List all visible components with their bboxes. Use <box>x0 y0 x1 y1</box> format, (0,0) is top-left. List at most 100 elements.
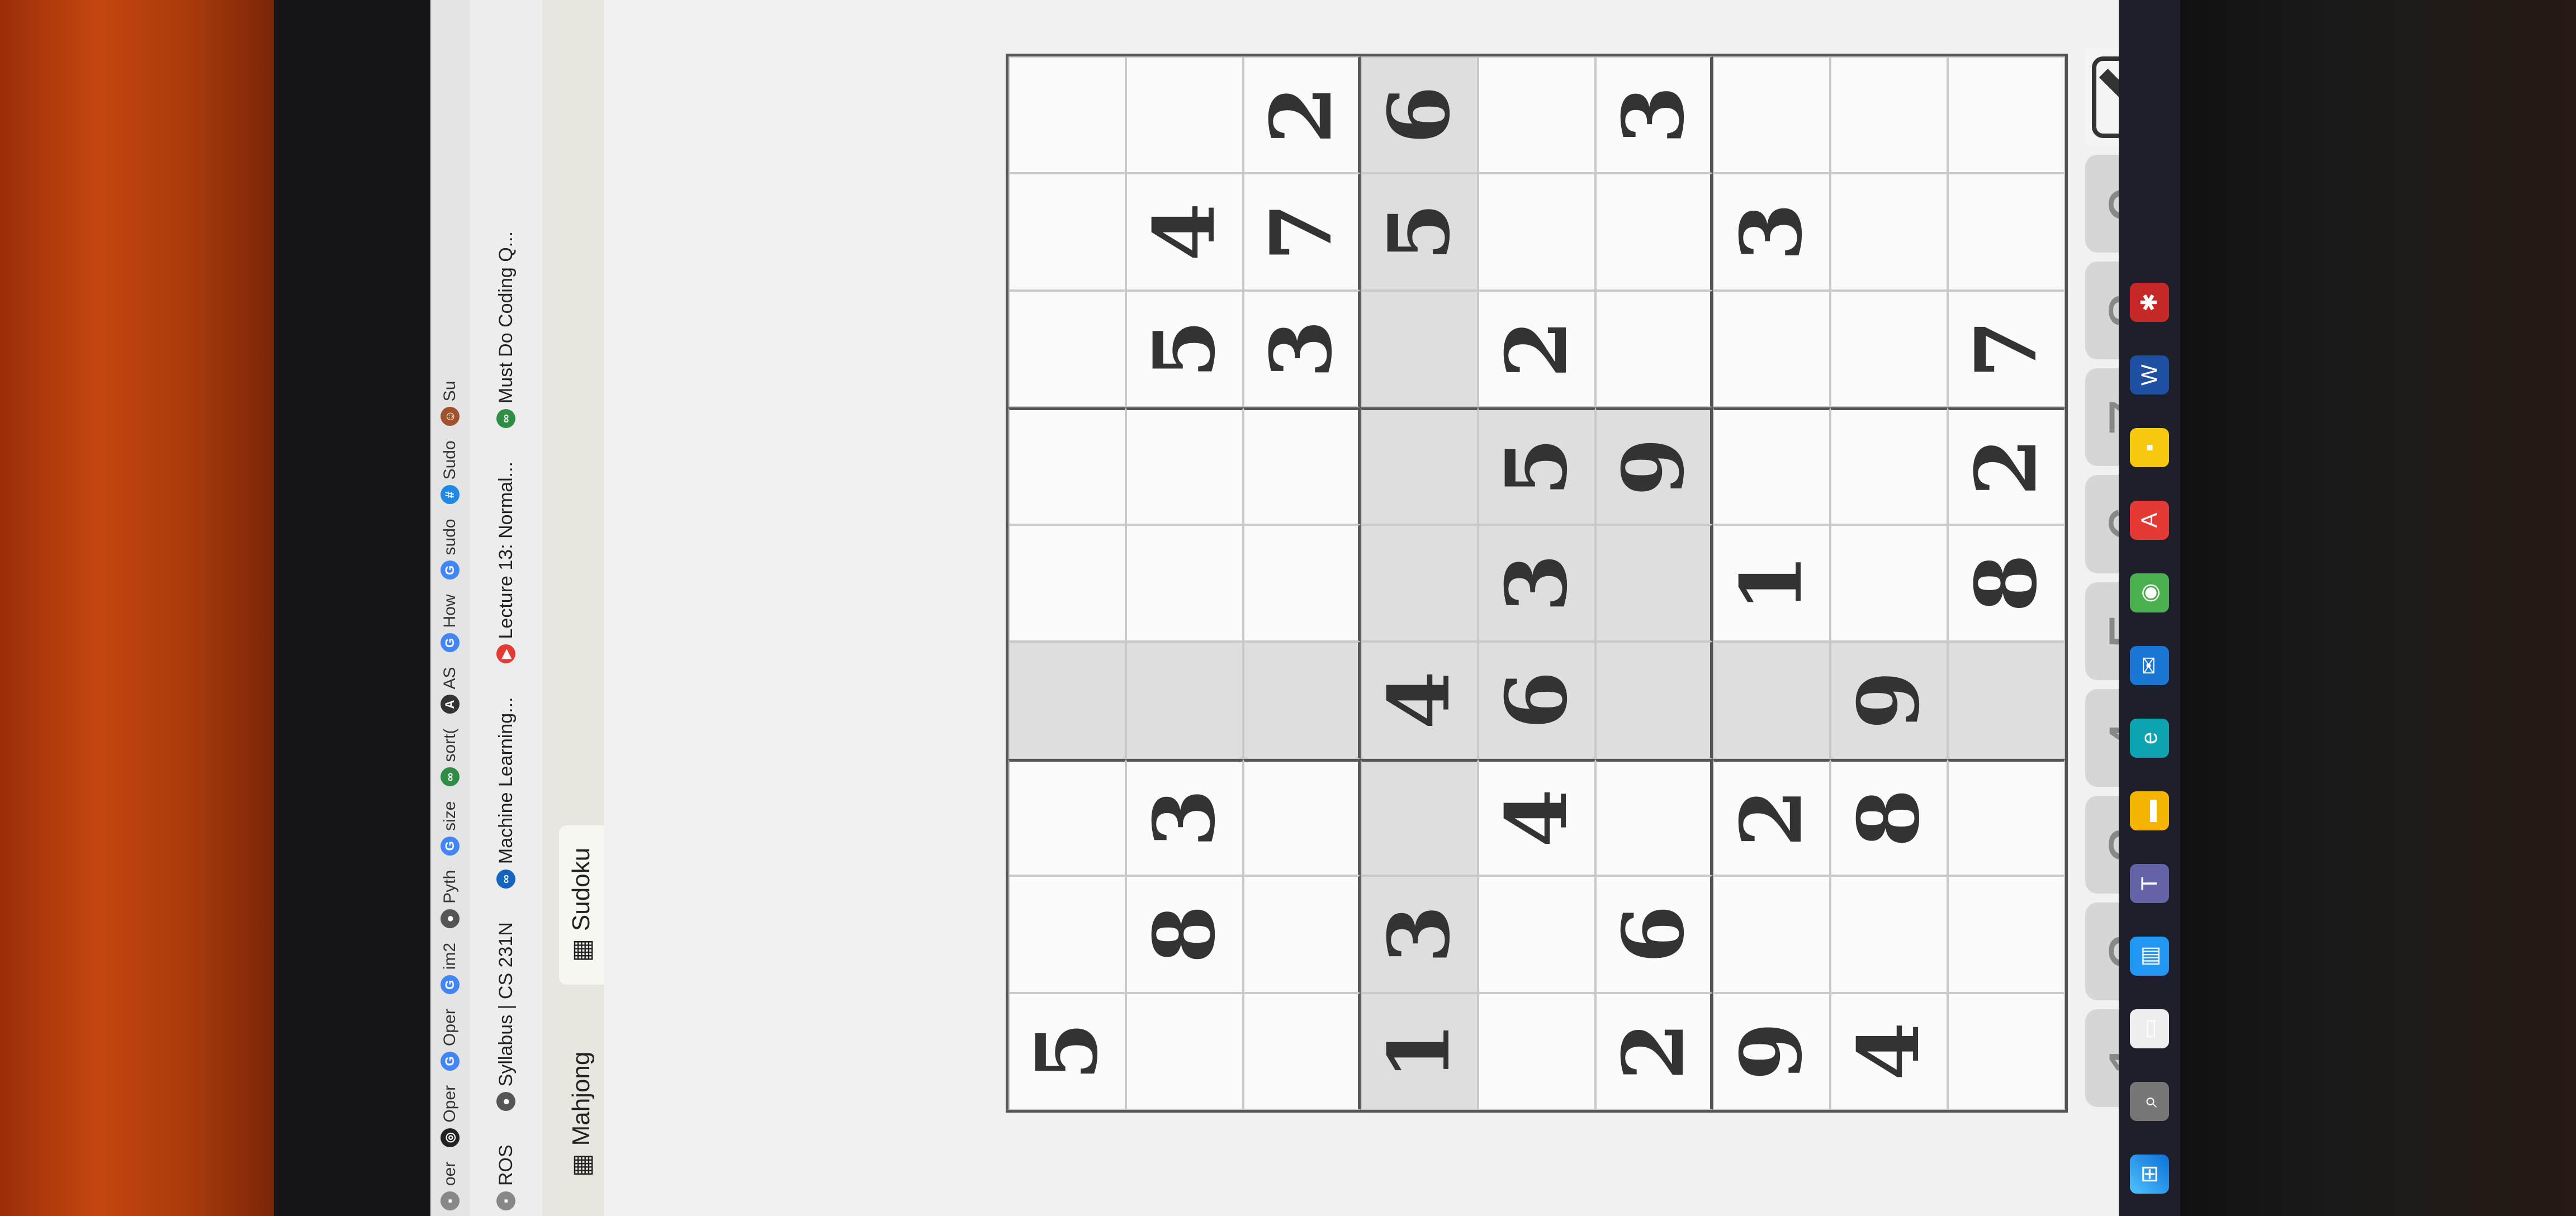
task-view-icon[interactable]: ▭ <box>2130 1009 2169 1048</box>
sudoku-cell[interactable] <box>1478 992 1595 1110</box>
sudoku-cell[interactable] <box>1830 407 1948 525</box>
sudoku-cell[interactable]: 2 <box>1478 290 1595 408</box>
acrobat-icon[interactable]: A <box>2130 501 2169 540</box>
tab-mahjong[interactable]: ▦ Mahjong <box>559 1029 604 1199</box>
sudoku-cell[interactable]: 7 <box>1948 290 2065 408</box>
bookmark-item[interactable]: ▪ oer <box>441 1162 460 1210</box>
sudoku-cell[interactable] <box>1948 173 2065 291</box>
sudoku-cell[interactable]: 3 <box>1243 290 1361 408</box>
sudoku-cell[interactable] <box>1713 642 1830 759</box>
sudoku-cell[interactable]: 3 <box>1126 758 1243 876</box>
sudoku-cell[interactable]: 6 <box>1478 642 1595 759</box>
sudoku-board[interactable]: 58354372134564635226939213489827 <box>1006 54 2068 1113</box>
bookmark-item[interactable]: ∞ sort( <box>441 729 460 787</box>
sudoku-cell[interactable] <box>1830 876 1948 993</box>
windows-start-icon[interactable]: ⊞ <box>2130 1155 2169 1194</box>
sudoku-cell[interactable] <box>1713 876 1830 993</box>
sudoku-cell[interactable]: 2 <box>1713 758 1830 876</box>
sudoku-cell[interactable]: 2 <box>1948 407 2065 525</box>
bookmark-item[interactable]: ▪ ROS <box>495 1144 517 1210</box>
sudoku-cell[interactable] <box>1948 642 2065 759</box>
sudoku-cell[interactable]: 3 <box>1595 56 1713 174</box>
sudoku-cell[interactable] <box>1126 407 1243 525</box>
bookmark-item[interactable]: ☺ Su <box>441 381 460 426</box>
edge-icon[interactable]: e <box>2130 719 2169 758</box>
sudoku-cell[interactable]: 7 <box>1243 173 1361 291</box>
sudoku-cell[interactable] <box>1361 407 1478 525</box>
tab-sudoku[interactable]: ▦ Sudoku <box>559 825 604 985</box>
chrome-icon[interactable]: ◉ <box>2130 573 2169 612</box>
sudoku-cell[interactable]: 8 <box>1948 524 2065 642</box>
sudoku-cell[interactable] <box>1948 992 2065 1110</box>
sudoku-cell[interactable] <box>1830 290 1948 408</box>
sudoku-cell[interactable] <box>1008 290 1126 408</box>
file-explorer-icon[interactable]: ▬ <box>2130 791 2169 830</box>
sudoku-cell[interactable] <box>1595 173 1713 291</box>
bookmark-item[interactable]: ∞ Machine Learning... <box>495 697 517 889</box>
sudoku-cell[interactable] <box>1008 407 1126 525</box>
sudoku-cell[interactable] <box>1830 173 1948 291</box>
sudoku-cell[interactable]: 8 <box>1126 876 1243 993</box>
bookmark-item[interactable]: G Oper <box>441 1009 460 1071</box>
sudoku-cell[interactable]: 9 <box>1830 642 1948 759</box>
bookmark-item[interactable]: ▶ Lecture 13: Normal... <box>495 462 517 664</box>
bookmark-item[interactable]: Gim2 <box>441 943 460 995</box>
bookmark-item[interactable]: # Sudo <box>441 440 460 505</box>
sudoku-cell[interactable]: 9 <box>1595 407 1713 525</box>
sudoku-cell[interactable] <box>1361 758 1478 876</box>
sudoku-cell[interactable] <box>1243 876 1361 993</box>
sudoku-cell[interactable] <box>1478 56 1595 174</box>
sudoku-cell[interactable] <box>1008 876 1126 993</box>
sudoku-cell[interactable] <box>1243 758 1361 876</box>
sudoku-cell[interactable] <box>1243 407 1361 525</box>
sudoku-cell[interactable] <box>1595 758 1713 876</box>
sudoku-cell[interactable] <box>1243 642 1361 759</box>
bookmark-item[interactable]: ◎ Oper <box>441 1085 460 1147</box>
sudoku-cell[interactable] <box>1008 173 1126 291</box>
sudoku-cell[interactable]: 3 <box>1361 876 1478 993</box>
sudoku-cell[interactable] <box>1361 290 1478 408</box>
sudoku-cell[interactable]: 4 <box>1126 173 1243 291</box>
sudoku-cell[interactable]: 8 <box>1830 758 1948 876</box>
sudoku-cell[interactable] <box>1713 290 1830 408</box>
sudoku-cell[interactable] <box>1830 524 1948 642</box>
sudoku-cell[interactable] <box>1126 56 1243 174</box>
sudoku-cell[interactable] <box>1595 290 1713 408</box>
sudoku-cell[interactable] <box>1478 876 1595 993</box>
teams-icon[interactable]: T <box>2130 864 2169 903</box>
mail-icon[interactable]: ✉ <box>2130 646 2169 685</box>
sudoku-cell[interactable]: 9 <box>1713 992 1830 1110</box>
sudoku-cell[interactable] <box>1713 56 1830 174</box>
sudoku-cell[interactable]: 2 <box>1243 56 1361 174</box>
bookmark-item[interactable]: Gsudo <box>441 519 460 580</box>
sudoku-cell[interactable]: 4 <box>1478 758 1595 876</box>
bookmark-item[interactable]: ● Pyth <box>441 870 460 928</box>
app-icon[interactable]: ✱ <box>2130 283 2169 322</box>
sudoku-cell[interactable] <box>1008 758 1126 876</box>
sudoku-cell[interactable] <box>1126 642 1243 759</box>
sudoku-cell[interactable]: 3 <box>1713 173 1830 291</box>
search-icon[interactable]: ⌕ <box>2130 1082 2169 1121</box>
sudoku-cell[interactable] <box>1830 56 1948 174</box>
sudoku-cell[interactable]: 1 <box>1713 524 1830 642</box>
sudoku-cell[interactable]: 3 <box>1478 524 1595 642</box>
sudoku-cell[interactable] <box>1948 56 2065 174</box>
sudoku-cell[interactable]: 6 <box>1595 876 1713 993</box>
sudoku-cell[interactable] <box>1948 758 2065 876</box>
sudoku-cell[interactable] <box>1713 407 1830 525</box>
sudoku-cell[interactable] <box>1948 876 2065 993</box>
sudoku-cell[interactable] <box>1008 524 1126 642</box>
sudoku-cell[interactable] <box>1008 642 1126 759</box>
sudoku-cell[interactable] <box>1595 524 1713 642</box>
sudoku-cell[interactable]: 1 <box>1361 992 1478 1110</box>
sudoku-cell[interactable] <box>1361 524 1478 642</box>
sudoku-cell[interactable]: 4 <box>1361 642 1478 759</box>
sudoku-cell[interactable]: 5 <box>1126 290 1243 408</box>
sudoku-cell[interactable]: 2 <box>1595 992 1713 1110</box>
sudoku-cell[interactable]: 5 <box>1478 407 1595 525</box>
bookmark-item[interactable]: ∞ Must Do Coding Q... <box>495 231 517 428</box>
sudoku-cell[interactable] <box>1126 992 1243 1110</box>
bookmark-item[interactable]: ● Syllabus | CS 231N <box>495 922 517 1112</box>
bookmark-item[interactable]: A AS <box>441 667 460 714</box>
sudoku-cell[interactable] <box>1478 173 1595 291</box>
